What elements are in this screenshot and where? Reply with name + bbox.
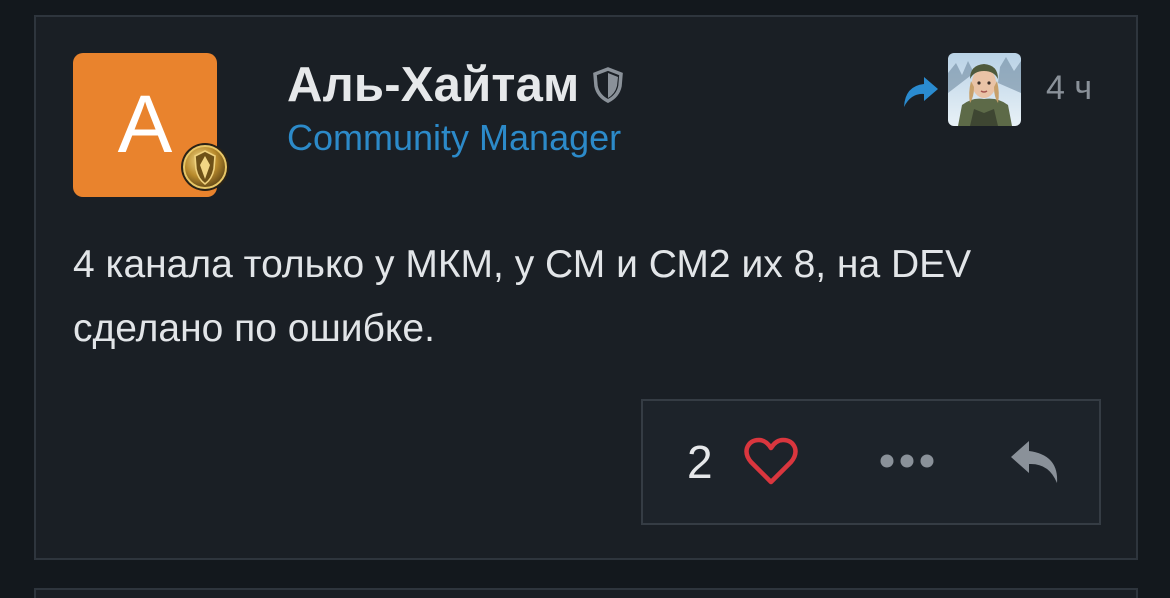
recipient-avatar[interactable] <box>948 53 1021 126</box>
next-post-card <box>34 588 1138 598</box>
reply-arrow-icon[interactable] <box>1007 437 1063 487</box>
rank-badge-icon <box>181 143 229 191</box>
heart-icon[interactable] <box>743 437 799 487</box>
post-timestamp: 4 ч <box>1046 69 1093 107</box>
shield-icon <box>592 67 623 103</box>
share-arrow-icon[interactable] <box>900 74 940 110</box>
author-header: Аль-Хайтам <box>287 57 624 113</box>
post-body-line: сделано по ошибке. <box>73 307 435 350</box>
author-name[interactable]: Аль-Хайтам <box>287 57 580 113</box>
ellipsis-icon[interactable] <box>879 451 935 471</box>
post-actions-bar: 2 <box>641 399 1101 525</box>
post-body: 4 канала только у МКМ, у СМ и СМ2 их 8, … <box>73 233 1113 361</box>
like-count: 2 <box>687 436 713 488</box>
author-role: Community Manager <box>287 117 622 158</box>
post-body-line: 4 канала только у МКМ, у СМ и СМ2 их 8, … <box>73 243 972 286</box>
post-card: А Аль-Хайтам Community Manager 4 ч 4 кан… <box>34 15 1138 560</box>
